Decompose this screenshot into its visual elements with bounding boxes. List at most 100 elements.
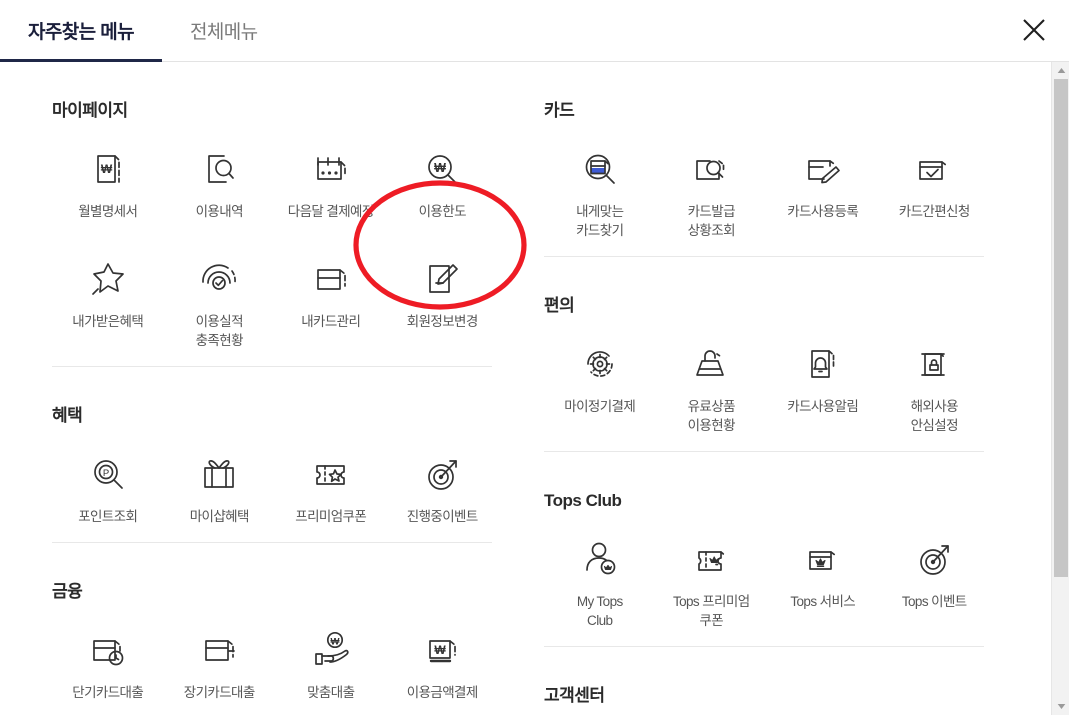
- menu-item-label: 회원정보변경: [406, 314, 479, 329]
- grid-card: 내게맞는 카드찾기 카드발급 상황조회 카드사용등록 카드간편신청: [544, 121, 1017, 256]
- grid-customer-center: [544, 706, 1017, 715]
- signal-check-icon: [195, 255, 243, 303]
- card-status-search-icon: [687, 145, 735, 193]
- menu-item-label: 월별명세서: [78, 204, 138, 219]
- document-bell-icon: [799, 340, 847, 388]
- menu-item-long-term-loan[interactable]: 장기카드대출: [164, 608, 276, 715]
- menu-columns: 마이페이지 ₩ 월별명세서 이용내역 다음달 결제예정 ₩ 이용한도 내가받은혜…: [0, 62, 1051, 715]
- tab-favorite-menu[interactable]: 자주찾는 메뉴: [0, 0, 162, 62]
- close-button[interactable]: [1013, 9, 1055, 51]
- menu-item-label: 이용금액결제: [406, 685, 479, 700]
- card-long-icon: [195, 626, 243, 674]
- dart-target-icon: [910, 535, 958, 583]
- tab-all-menu[interactable]: 전체메뉴: [162, 0, 286, 61]
- menu-item-usage-achievement[interactable]: 이용실적 충족현황: [164, 237, 276, 366]
- menu-item-overseas-secure-setting[interactable]: 해외사용 안심설정: [879, 322, 991, 451]
- menu-item-short-term-loan[interactable]: 단기카드대출: [52, 608, 164, 715]
- menu-item-label: 유료상품 이용현황: [687, 399, 736, 433]
- ticket-star-icon: [307, 450, 355, 498]
- menu-item-label: 맞춤대출: [307, 685, 355, 700]
- menu-item-find-my-card[interactable]: 내게맞는 카드찾기: [544, 127, 656, 256]
- menu-item-my-card-management[interactable]: 내카드관리: [275, 237, 387, 366]
- scrollbar-down-arrow[interactable]: [1052, 698, 1069, 715]
- menu-item-label: 내게맞는 카드찾기: [576, 204, 624, 238]
- grid-mypage: ₩ 월별명세서 이용내역 다음달 결제예정 ₩ 이용한도 내가받은혜택 이용실적…: [52, 121, 492, 366]
- section-title-finance: 금융: [52, 582, 83, 601]
- document-pen-icon: [418, 255, 466, 303]
- menu-item-ongoing-event[interactable]: 진행중이벤트: [387, 432, 499, 542]
- menu-item-member-info-change[interactable]: 회원정보변경: [387, 237, 499, 366]
- point-magnifier-icon: P: [84, 450, 132, 498]
- person-crown-icon: [576, 535, 624, 583]
- menu-item-next-month-payment[interactable]: 다음달 결제예정: [275, 127, 387, 237]
- menu-item-received-benefits[interactable]: 내가받은혜택: [52, 237, 164, 366]
- svg-text:P: P: [103, 468, 109, 479]
- menu-item-label: 이용실적 충족현황: [195, 314, 244, 348]
- vertical-scrollbar[interactable]: [1051, 62, 1069, 715]
- menu-item-label: 프리미엄쿠폰: [295, 509, 367, 524]
- card-pen-icon: [799, 145, 847, 193]
- menu-item-my-recurring-payment[interactable]: 마이정기결제: [544, 322, 656, 451]
- scrollbar-up-arrow[interactable]: [1052, 62, 1069, 79]
- menu-item-label: 내가받은혜택: [72, 314, 144, 329]
- card-find-magnifier-icon: [576, 145, 624, 193]
- grid-tops-club: My Tops Club Tops 프리미엄 쿠폰 Tops 서비스 Tops …: [544, 511, 1017, 646]
- menu-item-tops-premium-coupon[interactable]: Tops 프리미엄 쿠폰: [656, 517, 768, 646]
- menu-item-label: 마이정기결제: [564, 399, 636, 414]
- section-title-tops-club: Tops Club: [544, 491, 622, 510]
- lock-secure-icon: [910, 340, 958, 388]
- dart-target-icon: [418, 450, 466, 498]
- section-convenience: 편의 마이정기결제 유료상품 이용현황 카드사용알림 해외사용 안심설정: [544, 257, 1017, 451]
- section-tops-club: Tops Club My Tops Club Tops 프리미엄 쿠폰 Tops…: [544, 452, 1017, 646]
- section-mypage: 마이페이지 ₩ 월별명세서 이용내역 다음달 결제예정 ₩ 이용한도 내가받은혜…: [52, 62, 492, 366]
- menu-item-usage-history[interactable]: 이용내역: [164, 127, 276, 237]
- section-finance: 금융 단기카드대출 장기카드대출 ₩ 맞춤대출 ₩ 이용금액결제: [52, 543, 492, 715]
- tab-favorite-menu-label: 자주찾는 메뉴: [28, 22, 135, 43]
- menu-item-label: 카드사용알림: [787, 399, 859, 414]
- ticket-crown-icon: [687, 535, 735, 583]
- card-won-pay-icon: ₩: [418, 626, 466, 674]
- shopping-bag-icon: [687, 340, 735, 388]
- menu-item-tops-event[interactable]: Tops 이벤트: [879, 517, 991, 646]
- won-magnifier-icon: ₩: [418, 145, 466, 193]
- svg-text:₩: ₩: [435, 643, 447, 657]
- menu-item-point-inquiry[interactable]: P 포인트조회: [52, 432, 164, 542]
- menu-item-label: 내카드관리: [301, 314, 361, 329]
- menu-item-card-issue-status[interactable]: 카드발급 상황조회: [656, 127, 768, 256]
- menu-item-label: 장기카드대출: [183, 685, 256, 700]
- menu-item-label: 이용한도: [418, 204, 467, 219]
- menu-item-label: 카드발급 상황조회: [687, 204, 736, 238]
- menu-item-label: 마이샵혜택: [189, 509, 250, 524]
- section-title-mypage: 마이페이지: [52, 101, 128, 120]
- menu-item-my-tops-club[interactable]: My Tops Club: [544, 517, 656, 646]
- menu-item-label: 다음달 결제예정: [287, 204, 375, 219]
- close-icon: [1023, 19, 1045, 41]
- menu-item-custom-loan[interactable]: ₩ 맞춤대출: [275, 608, 387, 715]
- menu-header: 자주찾는 메뉴 전체메뉴: [0, 0, 1069, 62]
- chevron-up-icon: [1057, 68, 1065, 73]
- menu-item-usage-limit[interactable]: ₩ 이용한도: [387, 127, 499, 237]
- menu-item-label: Tops 이벤트: [901, 594, 967, 609]
- document-won-icon: ₩: [84, 145, 132, 193]
- section-title-convenience: 편의: [544, 296, 575, 315]
- menu-item-card-easy-apply[interactable]: 카드간편신청: [879, 127, 991, 256]
- card-dots-icon: [307, 145, 355, 193]
- document-search-icon: [195, 145, 243, 193]
- grid-convenience: 마이정기결제 유료상품 이용현황 카드사용알림 해외사용 안심설정: [544, 316, 1017, 451]
- menu-item-amount-payment[interactable]: ₩ 이용금액결제: [387, 608, 499, 715]
- menu-item-monthly-statement[interactable]: ₩ 월별명세서: [52, 127, 164, 237]
- menu-item-label: 이용내역: [195, 204, 244, 219]
- menu-body: 마이페이지 ₩ 월별명세서 이용내역 다음달 결제예정 ₩ 이용한도 내가받은혜…: [0, 62, 1069, 715]
- menu-item-card-use-alert[interactable]: 카드사용알림: [767, 322, 879, 451]
- menu-item-card-use-registration[interactable]: 카드사용등록: [767, 127, 879, 256]
- menu-item-tops-service[interactable]: Tops 서비스: [767, 517, 879, 646]
- menu-item-premium-coupon[interactable]: 프리미엄쿠폰: [275, 432, 387, 542]
- star-sparkle-icon: [84, 255, 132, 303]
- left-column: 마이페이지 ₩ 월별명세서 이용내역 다음달 결제예정 ₩ 이용한도 내가받은혜…: [0, 62, 525, 715]
- tab-all-menu-label: 전체메뉴: [189, 22, 258, 43]
- tab-bar: 자주찾는 메뉴 전체메뉴: [0, 0, 1069, 62]
- menu-item-myshop-benefits[interactable]: 마이샵혜택: [164, 432, 276, 542]
- scrollbar-thumb[interactable]: [1054, 79, 1068, 577]
- menu-item-paid-product-usage[interactable]: 유료상품 이용현황: [656, 322, 768, 451]
- menu-item-label: 포인트조회: [78, 509, 138, 524]
